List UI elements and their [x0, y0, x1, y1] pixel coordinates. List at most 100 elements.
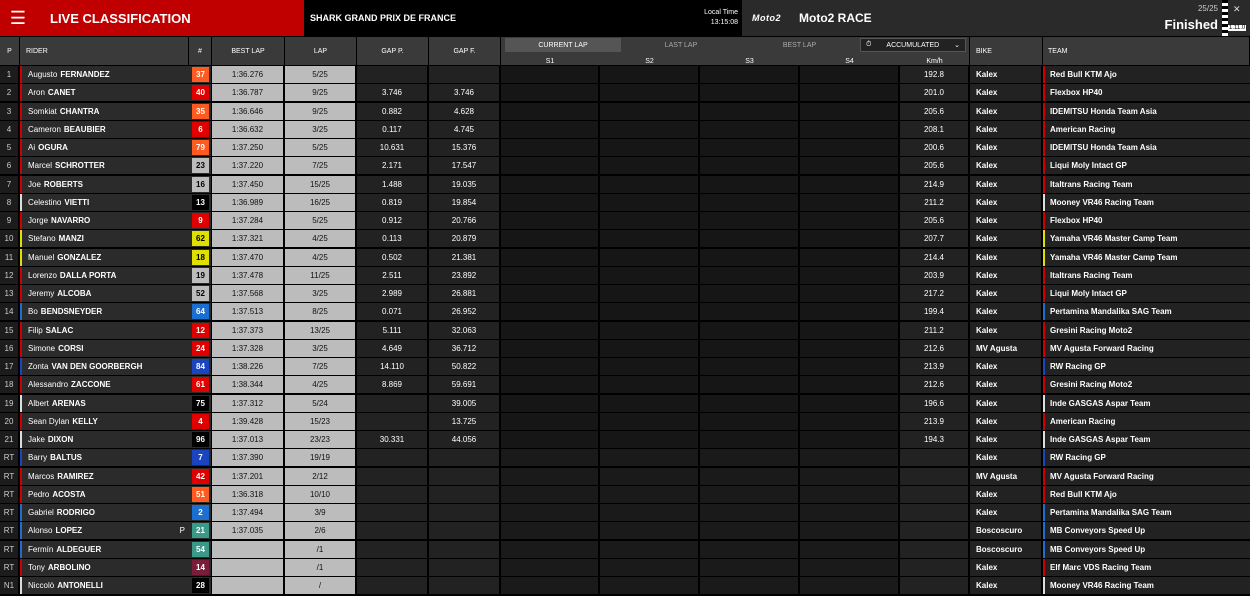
rider-name[interactable]: Manuel GONZALEZ [20, 248, 189, 266]
table-row[interactable]: RT Alonso LOPEZ P 21 1:37.035 2/6 Boscoscuro MB … [0, 522, 1250, 540]
rider-name[interactable]: Pedro ACOSTA [20, 485, 189, 503]
table-row[interactable]: 18 Alessandro ZACCONE 61 1:38.344 4/25 8.869 59… [0, 376, 1250, 394]
position: 15 [0, 321, 19, 339]
table-row[interactable]: 12 Lorenzo DALLA PORTA 19 1:37.478 11/25 2.511… [0, 266, 1250, 285]
table-row[interactable]: 11 Manuel GONZALEZ 18 1:37.470 4/25 0.502 21.38… [0, 248, 1250, 267]
rider-name[interactable]: Jeremy ALCOBA [20, 285, 189, 302]
table-row[interactable]: 3 Somkiat CHANTRA 35 1:36.646 9/25 0.882 4.628 2… [0, 102, 1250, 121]
rider-name[interactable]: Barry BALTUS [20, 449, 189, 467]
bike: Kalex [970, 321, 1042, 339]
table-row[interactable]: 15 Filip SALAC 12 1:37.373 13/25 5.111 32.063 21… [0, 321, 1250, 340]
rider-name[interactable]: Filip SALAC [20, 321, 189, 339]
rider-name[interactable]: Tony ARBOLINO [20, 558, 189, 576]
rider-number: 4 [192, 413, 209, 429]
rider-name[interactable]: Alonso LOPEZ P [20, 522, 189, 540]
tab-last-lap[interactable]: LAST LAP [621, 38, 741, 52]
table-row[interactable]: 9 Jorge NAVARRO 9 1:37.284 5/25 0.912 20.766 205… [0, 212, 1250, 230]
best-lap: 1:37.513 [212, 303, 284, 321]
sector-2 [600, 504, 699, 521]
rider-name[interactable]: Alessandro ZACCONE [20, 376, 189, 394]
table-row[interactable]: 4 Cameron BEAUBIER 6 1:36.632 3/25 0.117 4.745 2… [0, 120, 1250, 139]
rider-last-name: ALDEGUER [56, 544, 102, 554]
rider-name[interactable]: Joe ROBERTS [20, 175, 189, 193]
tab-current-lap[interactable]: CURRENT LAP [505, 38, 621, 52]
table-row[interactable]: 21 Jake DIXON 96 1:37.013 23/23 30.331 44.056 19… [0, 431, 1250, 449]
best-lap: 1:37.390 [212, 449, 284, 467]
rider-name[interactable]: Fermín ALDEGUER [20, 540, 189, 558]
table-row[interactable]: 10 Stefano MANZI 62 1:37.321 4/25 0.113 20.879 2… [0, 230, 1250, 248]
gap-first: 44.056 [429, 431, 500, 448]
sector-1 [501, 120, 599, 138]
rider-name[interactable]: Ai OGURA [20, 139, 189, 156]
sector-2 [600, 577, 699, 594]
sector-1 [501, 522, 599, 540]
rider-number: 18 [192, 249, 209, 265]
table-row[interactable]: 5 Ai OGURA 79 1:37.250 5/25 10.631 15.376 200.6 K… [0, 139, 1250, 157]
position: 13 [0, 285, 19, 302]
position: 17 [0, 358, 19, 375]
table-row[interactable]: 14 Bo BENDSNEYDER 64 1:37.513 8/25 0.071 26.952… [0, 303, 1250, 321]
gap-first: 3.746 [429, 84, 500, 102]
rider-name[interactable]: Somkiat CHANTRA [20, 102, 189, 120]
rider-name[interactable]: Jake DIXON [20, 431, 189, 448]
lap: 3/25 [285, 339, 356, 357]
rider-name[interactable]: Cameron BEAUBIER [20, 120, 189, 138]
table-row[interactable]: 13 Jeremy ALCOBA 52 1:37.568 3/25 2.989 26.881 2… [0, 285, 1250, 303]
rider-name[interactable]: Aron CANET [20, 84, 189, 102]
table-row[interactable]: 16 Simone CORSI 24 1:37.328 3/25 4.649 36.712 21… [0, 339, 1250, 358]
rider-name[interactable]: Bo BENDSNEYDER [20, 303, 189, 321]
position: RT [0, 558, 19, 576]
table-row[interactable]: 19 Albert ARENAS 75 1:37.312 5/24 39.005 196.6 K… [0, 394, 1250, 413]
gap-previous [357, 467, 428, 485]
table-row[interactable]: 17 Zonta VAN DEN GOORBERGH 84 1:38.226 7/25 14… [0, 358, 1250, 376]
table-row[interactable]: RT Marcos RAMIREZ 42 1:37.201 2/12 MV Agusta MV… [0, 467, 1250, 486]
tab-best-lap[interactable]: BEST LAP [741, 38, 858, 52]
bike: Kalex [970, 84, 1042, 102]
rider-name[interactable]: Albert ARENAS [20, 394, 189, 412]
table-row[interactable]: 8 Celestino VIETTI 13 1:36.989 16/25 0.819 19.8… [0, 193, 1250, 212]
rider-number: 6 [192, 121, 209, 137]
rider-number-cell: 75 [189, 394, 211, 412]
sector-4 [800, 230, 899, 248]
lap: 4/25 [285, 230, 356, 248]
sector-1 [501, 431, 599, 448]
rider-name[interactable]: Stefano MANZI [20, 230, 189, 248]
rider-first-name: Somkiat [28, 106, 57, 116]
table-row[interactable]: RT Gabriel RODRIGO 2 1:37.494 3/9 Kalex Pertami… [0, 504, 1250, 522]
rider-name[interactable]: Celestino VIETTI [20, 193, 189, 211]
rider-name[interactable]: Niccolò ANTONELLI [20, 577, 189, 594]
top-speed: 213.9 [900, 358, 969, 375]
gap-first [429, 467, 500, 485]
rider-name[interactable]: Zonta VAN DEN GOORBERGH [20, 358, 189, 375]
rider-name[interactable]: Augusto FERNANDEZ [20, 66, 189, 83]
table-row[interactable]: 2 Aron CANET 40 1:36.787 9/25 3.746 3.746 201.0 K… [0, 84, 1250, 102]
rider-number-cell: 52 [189, 285, 211, 302]
hamburger-menu-icon[interactable]: ☰ [0, 0, 37, 36]
rider-name[interactable]: Lorenzo DALLA PORTA [20, 266, 189, 284]
table-row[interactable]: RT Pedro ACOSTA 51 1:36.318 10/10 Kalex Red Bul… [0, 485, 1250, 504]
rider-name[interactable]: Sean Dylan KELLY [20, 412, 189, 430]
rider-name[interactable]: Marcos RAMIREZ [20, 467, 189, 485]
fullscreen-icon[interactable]: ✕ [1233, 4, 1241, 15]
rider-name[interactable]: Gabriel RODRIGO [20, 504, 189, 521]
table-row[interactable]: 6 Marcel SCHROTTER 23 1:37.220 7/25 2.171 17.54… [0, 157, 1250, 175]
rider-name[interactable]: Simone CORSI [20, 339, 189, 357]
sector-4 [800, 84, 899, 102]
table-row[interactable]: 1 Augusto FERNANDEZ 37 1:36.276 5/25 192.8 Kale… [0, 66, 1250, 84]
table-row[interactable]: 20 Sean Dylan KELLY 4 1:39.428 15/23 13.725 213… [0, 412, 1250, 431]
team: IDEMITSU Honda Team Asia [1043, 139, 1250, 156]
rider-name[interactable]: Jorge NAVARRO [20, 212, 189, 229]
table-row[interactable]: RT Tony ARBOLINO 14/1 Kalex Elf Marc VDS Raci… [0, 558, 1250, 577]
rider-number: 16 [192, 176, 209, 192]
accumulated-dropdown[interactable]: ⏱ ACCUMULATED ⌄ [860, 38, 966, 52]
team: Flexbox HP40 [1043, 84, 1250, 102]
table-row[interactable]: N1 Niccolò ANTONELLI 28/Kalex Mooney VR46 Ra… [0, 577, 1250, 595]
bike: Kalex [970, 102, 1042, 120]
bike: Kalex [970, 139, 1042, 156]
table-row[interactable]: RT Barry BALTUS 7 1:37.390 19/19 Kalex RW Racin… [0, 449, 1250, 467]
rider-name[interactable]: Marcel SCHROTTER [20, 157, 189, 175]
rider-first-name: Tony [28, 562, 45, 572]
table-row[interactable]: 7 Joe ROBERTS 16 1:37.450 15/25 1.488 19.035 214… [0, 175, 1250, 194]
team: RW Racing GP [1043, 358, 1250, 375]
table-row[interactable]: RT Fermín ALDEGUER 54/1 Boscoscuro MB Conveyo… [0, 540, 1250, 559]
